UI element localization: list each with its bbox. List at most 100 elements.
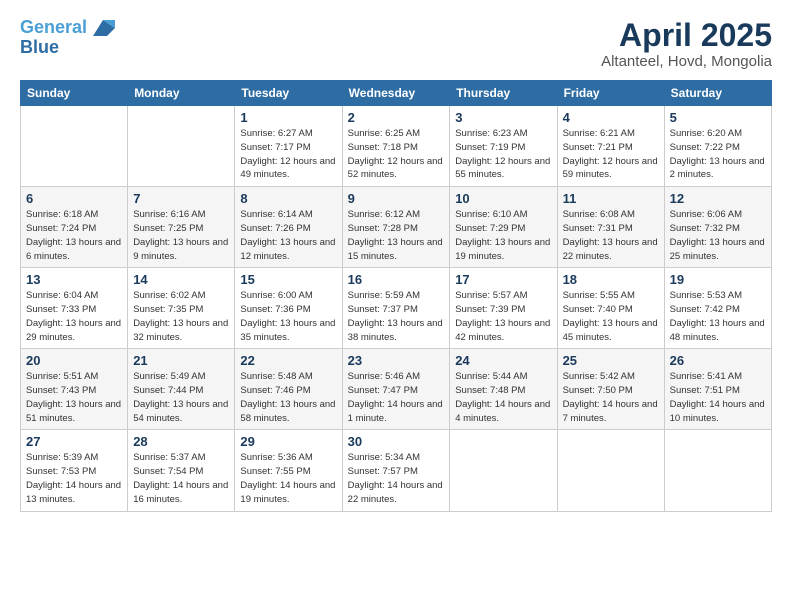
day-info: Sunrise: 5:59 AMSunset: 7:37 PMDaylight:… <box>348 289 445 344</box>
day-number: 25 <box>563 353 659 368</box>
table-row <box>128 106 235 187</box>
table-row: 12 Sunrise: 6:06 AMSunset: 7:32 PMDayligh… <box>664 187 771 268</box>
day-number: 23 <box>348 353 445 368</box>
day-number: 21 <box>133 353 229 368</box>
table-row: 9 Sunrise: 6:12 AMSunset: 7:28 PMDaylight… <box>342 187 450 268</box>
day-number: 12 <box>670 191 766 206</box>
day-info: Sunrise: 5:46 AMSunset: 7:47 PMDaylight:… <box>348 370 445 425</box>
table-row <box>450 430 557 511</box>
table-row: 24 Sunrise: 5:44 AMSunset: 7:48 PMDayligh… <box>450 349 557 430</box>
table-row: 17 Sunrise: 5:57 AMSunset: 7:39 PMDayligh… <box>450 268 557 349</box>
table-row <box>21 106 128 187</box>
table-row: 14 Sunrise: 6:02 AMSunset: 7:35 PMDayligh… <box>128 268 235 349</box>
col-friday: Friday <box>557 81 664 106</box>
day-number: 19 <box>670 272 766 287</box>
table-row: 4 Sunrise: 6:21 AMSunset: 7:21 PMDaylight… <box>557 106 664 187</box>
day-number: 3 <box>455 110 551 125</box>
title-area: April 2025 Altanteel, Hovd, Mongolia <box>601 18 772 70</box>
day-info: Sunrise: 5:53 AMSunset: 7:42 PMDaylight:… <box>670 289 766 344</box>
day-number: 13 <box>26 272 122 287</box>
day-info: Sunrise: 6:06 AMSunset: 7:32 PMDaylight:… <box>670 208 766 263</box>
day-number: 26 <box>670 353 766 368</box>
day-info: Sunrise: 6:16 AMSunset: 7:25 PMDaylight:… <box>133 208 229 263</box>
day-number: 17 <box>455 272 551 287</box>
day-number: 6 <box>26 191 122 206</box>
table-row: 13 Sunrise: 6:04 AMSunset: 7:33 PMDayligh… <box>21 268 128 349</box>
col-wednesday: Wednesday <box>342 81 450 106</box>
table-row: 15Sunrise: 6:00 AMSunset: 7:36 PMDayligh… <box>235 268 342 349</box>
calendar-week-row: 20Sunrise: 5:51 AMSunset: 7:43 PMDayligh… <box>21 349 772 430</box>
day-info: Sunrise: 6:21 AMSunset: 7:21 PMDaylight:… <box>563 127 659 182</box>
table-row: 1 Sunrise: 6:27 AMSunset: 7:17 PMDaylight… <box>235 106 342 187</box>
day-info: Sunrise: 5:44 AMSunset: 7:48 PMDaylight:… <box>455 370 551 425</box>
logo: General Blue <box>20 18 116 58</box>
day-number: 24 <box>455 353 551 368</box>
table-row: 29Sunrise: 5:36 AMSunset: 7:55 PMDayligh… <box>235 430 342 511</box>
calendar-week-row: 6 Sunrise: 6:18 AMSunset: 7:24 PMDaylight… <box>21 187 772 268</box>
table-row: 18Sunrise: 5:55 AMSunset: 7:40 PMDayligh… <box>557 268 664 349</box>
logo-blue: Blue <box>20 38 59 58</box>
day-info: Sunrise: 5:42 AMSunset: 7:50 PMDaylight:… <box>563 370 659 425</box>
col-thursday: Thursday <box>450 81 557 106</box>
day-info: Sunrise: 5:41 AMSunset: 7:51 PMDaylight:… <box>670 370 766 425</box>
calendar-table: Sunday Monday Tuesday Wednesday Thursday… <box>20 80 772 511</box>
col-sunday: Sunday <box>21 81 128 106</box>
calendar-week-row: 1 Sunrise: 6:27 AMSunset: 7:17 PMDaylight… <box>21 106 772 187</box>
table-row: 10 Sunrise: 6:10 AMSunset: 7:29 PMDayligh… <box>450 187 557 268</box>
day-number: 10 <box>455 191 551 206</box>
day-info: Sunrise: 6:20 AMSunset: 7:22 PMDaylight:… <box>670 127 766 182</box>
table-row: 30Sunrise: 5:34 AMSunset: 7:57 PMDayligh… <box>342 430 450 511</box>
table-row: 23 Sunrise: 5:46 AMSunset: 7:47 PMDayligh… <box>342 349 450 430</box>
table-row: 5 Sunrise: 6:20 AMSunset: 7:22 PMDaylight… <box>664 106 771 187</box>
day-info: Sunrise: 5:36 AMSunset: 7:55 PMDaylight:… <box>240 451 336 506</box>
location-title: Altanteel, Hovd, Mongolia <box>601 53 772 70</box>
logo-icon <box>93 20 115 36</box>
day-number: 11 <box>563 191 659 206</box>
day-info: Sunrise: 6:18 AMSunset: 7:24 PMDaylight:… <box>26 208 122 263</box>
day-number: 1 <box>240 110 336 125</box>
day-number: 27 <box>26 434 122 449</box>
day-number: 14 <box>133 272 229 287</box>
day-number: 9 <box>348 191 445 206</box>
table-row <box>557 430 664 511</box>
day-info: Sunrise: 6:12 AMSunset: 7:28 PMDaylight:… <box>348 208 445 263</box>
day-info: Sunrise: 6:27 AMSunset: 7:17 PMDaylight:… <box>240 127 336 182</box>
day-number: 7 <box>133 191 229 206</box>
day-number: 30 <box>348 434 445 449</box>
day-number: 5 <box>670 110 766 125</box>
table-row: 26 Sunrise: 5:41 AMSunset: 7:51 PMDayligh… <box>664 349 771 430</box>
day-number: 20 <box>26 353 122 368</box>
day-number: 4 <box>563 110 659 125</box>
day-number: 2 <box>348 110 445 125</box>
page: General Blue April 2025 Altanteel, Hovd,… <box>0 0 792 612</box>
calendar-week-row: 27Sunrise: 5:39 AMSunset: 7:53 PMDayligh… <box>21 430 772 511</box>
day-info: Sunrise: 5:37 AMSunset: 7:54 PMDaylight:… <box>133 451 229 506</box>
table-row: 28Sunrise: 5:37 AMSunset: 7:54 PMDayligh… <box>128 430 235 511</box>
table-row: 25 Sunrise: 5:42 AMSunset: 7:50 PMDayligh… <box>557 349 664 430</box>
col-saturday: Saturday <box>664 81 771 106</box>
col-monday: Monday <box>128 81 235 106</box>
month-title: April 2025 <box>601 18 772 53</box>
day-info: Sunrise: 5:57 AMSunset: 7:39 PMDaylight:… <box>455 289 551 344</box>
day-info: Sunrise: 6:02 AMSunset: 7:35 PMDaylight:… <box>133 289 229 344</box>
table-row: 22 Sunrise: 5:48 AMSunset: 7:46 PMDayligh… <box>235 349 342 430</box>
table-row: 19 Sunrise: 5:53 AMSunset: 7:42 PMDayligh… <box>664 268 771 349</box>
day-info: Sunrise: 6:10 AMSunset: 7:29 PMDaylight:… <box>455 208 551 263</box>
day-number: 22 <box>240 353 336 368</box>
calendar-header-row: Sunday Monday Tuesday Wednesday Thursday… <box>21 81 772 106</box>
table-row: 2Sunrise: 6:25 AMSunset: 7:18 PMDaylight… <box>342 106 450 187</box>
day-info: Sunrise: 5:49 AMSunset: 7:44 PMDaylight:… <box>133 370 229 425</box>
day-number: 8 <box>240 191 336 206</box>
day-info: Sunrise: 6:00 AMSunset: 7:36 PMDaylight:… <box>240 289 336 344</box>
table-row <box>664 430 771 511</box>
day-info: Sunrise: 6:14 AMSunset: 7:26 PMDaylight:… <box>240 208 336 263</box>
table-row: 11Sunrise: 6:08 AMSunset: 7:31 PMDayligh… <box>557 187 664 268</box>
table-row: 7 Sunrise: 6:16 AMSunset: 7:25 PMDaylight… <box>128 187 235 268</box>
table-row: 21 Sunrise: 5:49 AMSunset: 7:44 PMDayligh… <box>128 349 235 430</box>
logo-text: General <box>20 18 116 38</box>
table-row: 16Sunrise: 5:59 AMSunset: 7:37 PMDayligh… <box>342 268 450 349</box>
day-info: Sunrise: 6:23 AMSunset: 7:19 PMDaylight:… <box>455 127 551 182</box>
day-info: Sunrise: 6:04 AMSunset: 7:33 PMDaylight:… <box>26 289 122 344</box>
col-tuesday: Tuesday <box>235 81 342 106</box>
day-info: Sunrise: 5:48 AMSunset: 7:46 PMDaylight:… <box>240 370 336 425</box>
